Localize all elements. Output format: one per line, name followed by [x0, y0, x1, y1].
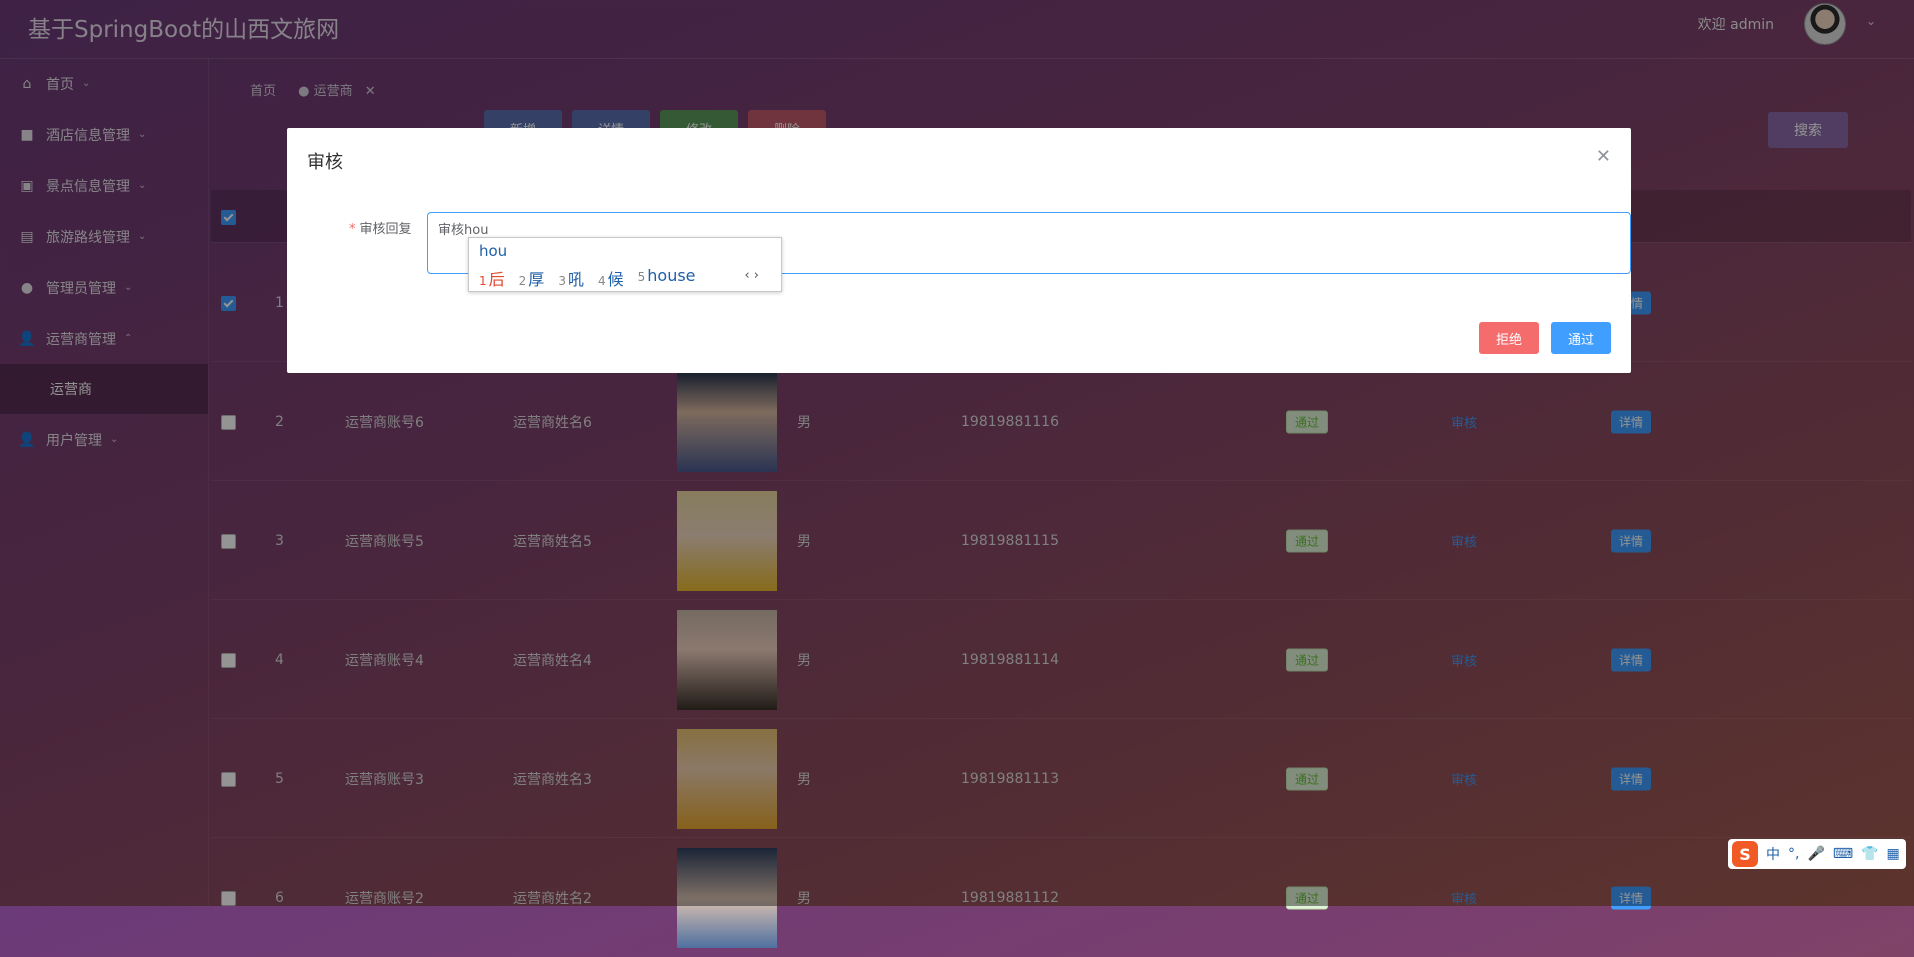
candidate-text: 候 [607, 270, 624, 289]
skin-icon[interactable]: 👕 [1861, 846, 1878, 862]
ime-composition: hou [479, 242, 508, 260]
close-icon[interactable]: ✕ [1596, 146, 1611, 167]
ime-candidate[interactable]: 4候 [598, 266, 624, 290]
candidate-text: 厚 [528, 270, 545, 289]
dialog-title: 审核 [307, 152, 343, 173]
candidate-number: 2 [518, 274, 527, 288]
pass-button[interactable]: 通过 [1551, 322, 1611, 354]
label-text: 审核回复 [359, 222, 412, 237]
keyboard-icon[interactable]: ⌨ [1833, 846, 1853, 862]
ime-candidate[interactable]: 3吼 [558, 266, 584, 290]
candidate-text: house [647, 266, 696, 285]
sogou-logo-icon[interactable]: S [1732, 841, 1758, 867]
candidate-number: 3 [558, 274, 566, 288]
ime-candidate-popup: hou 1后 2厚 3吼 4候 5 house ‹ › [468, 237, 782, 292]
candidate-number: 1 [479, 274, 487, 288]
ime-toolbar: S 中 °, 🎤 ⌨ 👕 ▦ [1728, 839, 1906, 869]
ime-page-nav[interactable]: ‹ › [744, 268, 759, 283]
audit-reply-label: * 审核回复 [349, 222, 412, 237]
candidate-number: 5 [637, 270, 646, 284]
ime-candidate[interactable]: 5 house [638, 266, 696, 290]
candidate-text: 吼 [567, 270, 584, 289]
ime-candidate[interactable]: 1后 [479, 266, 505, 290]
ime-candidate[interactable]: 2厚 [519, 266, 545, 290]
candidate-number: 4 [597, 274, 606, 288]
reject-button[interactable]: 拒绝 [1479, 322, 1539, 354]
ime-candidates: 1后 2厚 3吼 4候 5 house [479, 266, 696, 290]
toolbox-icon[interactable]: ▦ [1887, 846, 1900, 862]
ime-mode-indicator[interactable]: 中 [1766, 844, 1780, 864]
punctuation-icon[interactable]: °, [1788, 846, 1799, 862]
microphone-icon[interactable]: 🎤 [1807, 846, 1824, 862]
candidate-text: 后 [488, 270, 505, 289]
